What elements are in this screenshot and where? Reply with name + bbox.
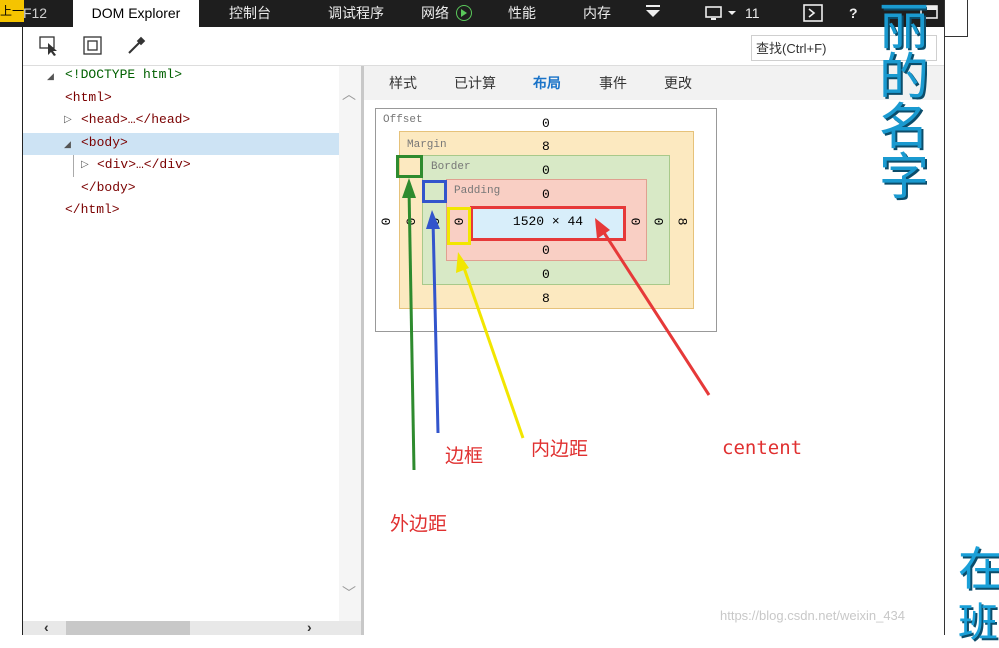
- tab-layout[interactable]: 布局: [533, 66, 561, 100]
- tab-computed[interactable]: 已计算: [454, 66, 496, 100]
- margin-right-value: 8: [674, 217, 690, 226]
- help-button[interactable]: ?: [849, 0, 858, 27]
- watermark: https://blog.csdn.net/weixin_434: [720, 608, 906, 623]
- vertical-scrollbar[interactable]: [339, 66, 361, 621]
- background-vertical-text: 丽的名字: [871, 0, 927, 200]
- padding-right-value: 0: [627, 217, 643, 226]
- padding-annotation: 内边距: [531, 438, 589, 460]
- border-label: Border: [431, 161, 471, 173]
- collapse-arrow-icon[interactable]: ◢: [47, 71, 54, 82]
- play-icon[interactable]: [456, 5, 472, 21]
- style-subtab-bar: [364, 66, 945, 100]
- tab-styles[interactable]: 样式: [389, 66, 417, 100]
- tab-console[interactable]: 控制台: [229, 0, 271, 27]
- offset-label: Offset: [383, 114, 423, 126]
- expand-arrow-icon[interactable]: ▷: [64, 114, 72, 125]
- scroll-thumb[interactable]: [66, 621, 190, 635]
- padding-highlight: [447, 207, 471, 245]
- collapse-arrow-icon[interactable]: ◢: [64, 139, 71, 150]
- color-picker-icon[interactable]: [125, 35, 147, 57]
- head-node[interactable]: <head>…</head>: [81, 109, 190, 131]
- border-right-value: 0: [650, 217, 666, 226]
- window-frame: [945, 0, 968, 37]
- margin-bottom-value: 8: [542, 291, 550, 306]
- margin-label: Margin: [407, 139, 447, 151]
- border-highlight: [422, 180, 447, 203]
- more-tabs-icon[interactable]: [642, 4, 664, 23]
- highlight-icon[interactable]: [82, 35, 104, 57]
- body-node[interactable]: <body>: [81, 132, 128, 154]
- emulation-icon[interactable]: [704, 4, 738, 23]
- scroll-up-icon[interactable]: ︿: [342, 84, 356, 104]
- tab-debugger[interactable]: 调试程序: [328, 0, 384, 27]
- scroll-down-icon[interactable]: ﹀: [342, 583, 356, 603]
- console-icon[interactable]: [802, 4, 824, 23]
- body-close-node[interactable]: </body>: [81, 177, 136, 199]
- margin-annotation: 外边距: [390, 513, 448, 535]
- border-bottom-value: 0: [542, 267, 550, 282]
- doctype-node[interactable]: <!DOCTYPE html>: [65, 64, 182, 86]
- tab-events[interactable]: 事件: [599, 66, 627, 100]
- select-element-icon[interactable]: [38, 35, 60, 57]
- html-node[interactable]: <html>: [65, 87, 112, 109]
- tab-network[interactable]: 网络: [421, 0, 449, 27]
- emulation-count: 11: [745, 5, 760, 21]
- div-node[interactable]: <div>…</div>: [97, 154, 191, 176]
- tab-memory[interactable]: 内存: [583, 0, 611, 27]
- content-annotation: centent: [722, 437, 803, 459]
- border-left-value: 0: [426, 217, 442, 226]
- tab-performance[interactable]: 性能: [508, 0, 536, 27]
- html-close-node[interactable]: </html>: [65, 199, 120, 221]
- offset-top-value: 0: [542, 116, 550, 131]
- content-size: 1520 × 44: [512, 214, 584, 229]
- scroll-right-icon[interactable]: ›: [307, 619, 312, 635]
- margin-highlight: [396, 155, 423, 178]
- padding-top-value: 0: [542, 187, 550, 202]
- margin-top-value: 8: [542, 139, 550, 154]
- tree-guide: [73, 155, 74, 177]
- window-right-edge: [944, 0, 945, 635]
- offset-left-value: 0: [377, 217, 393, 226]
- scroll-left-icon[interactable]: ‹: [44, 619, 49, 635]
- padding-label: Padding: [454, 185, 501, 197]
- tab-changes[interactable]: 更改: [664, 66, 692, 100]
- padding-bottom-value: 0: [542, 243, 550, 258]
- corner-tab[interactable]: 上一: [0, 0, 24, 22]
- tab-dom-explorer[interactable]: DOM Explorer: [73, 0, 199, 27]
- border-annotation: 边框: [445, 445, 484, 467]
- margin-left-value: 0: [402, 217, 418, 226]
- expand-arrow-icon[interactable]: ▷: [81, 159, 89, 170]
- background-text-bottom-2: 班: [958, 601, 998, 645]
- border-top-value: 0: [542, 163, 550, 178]
